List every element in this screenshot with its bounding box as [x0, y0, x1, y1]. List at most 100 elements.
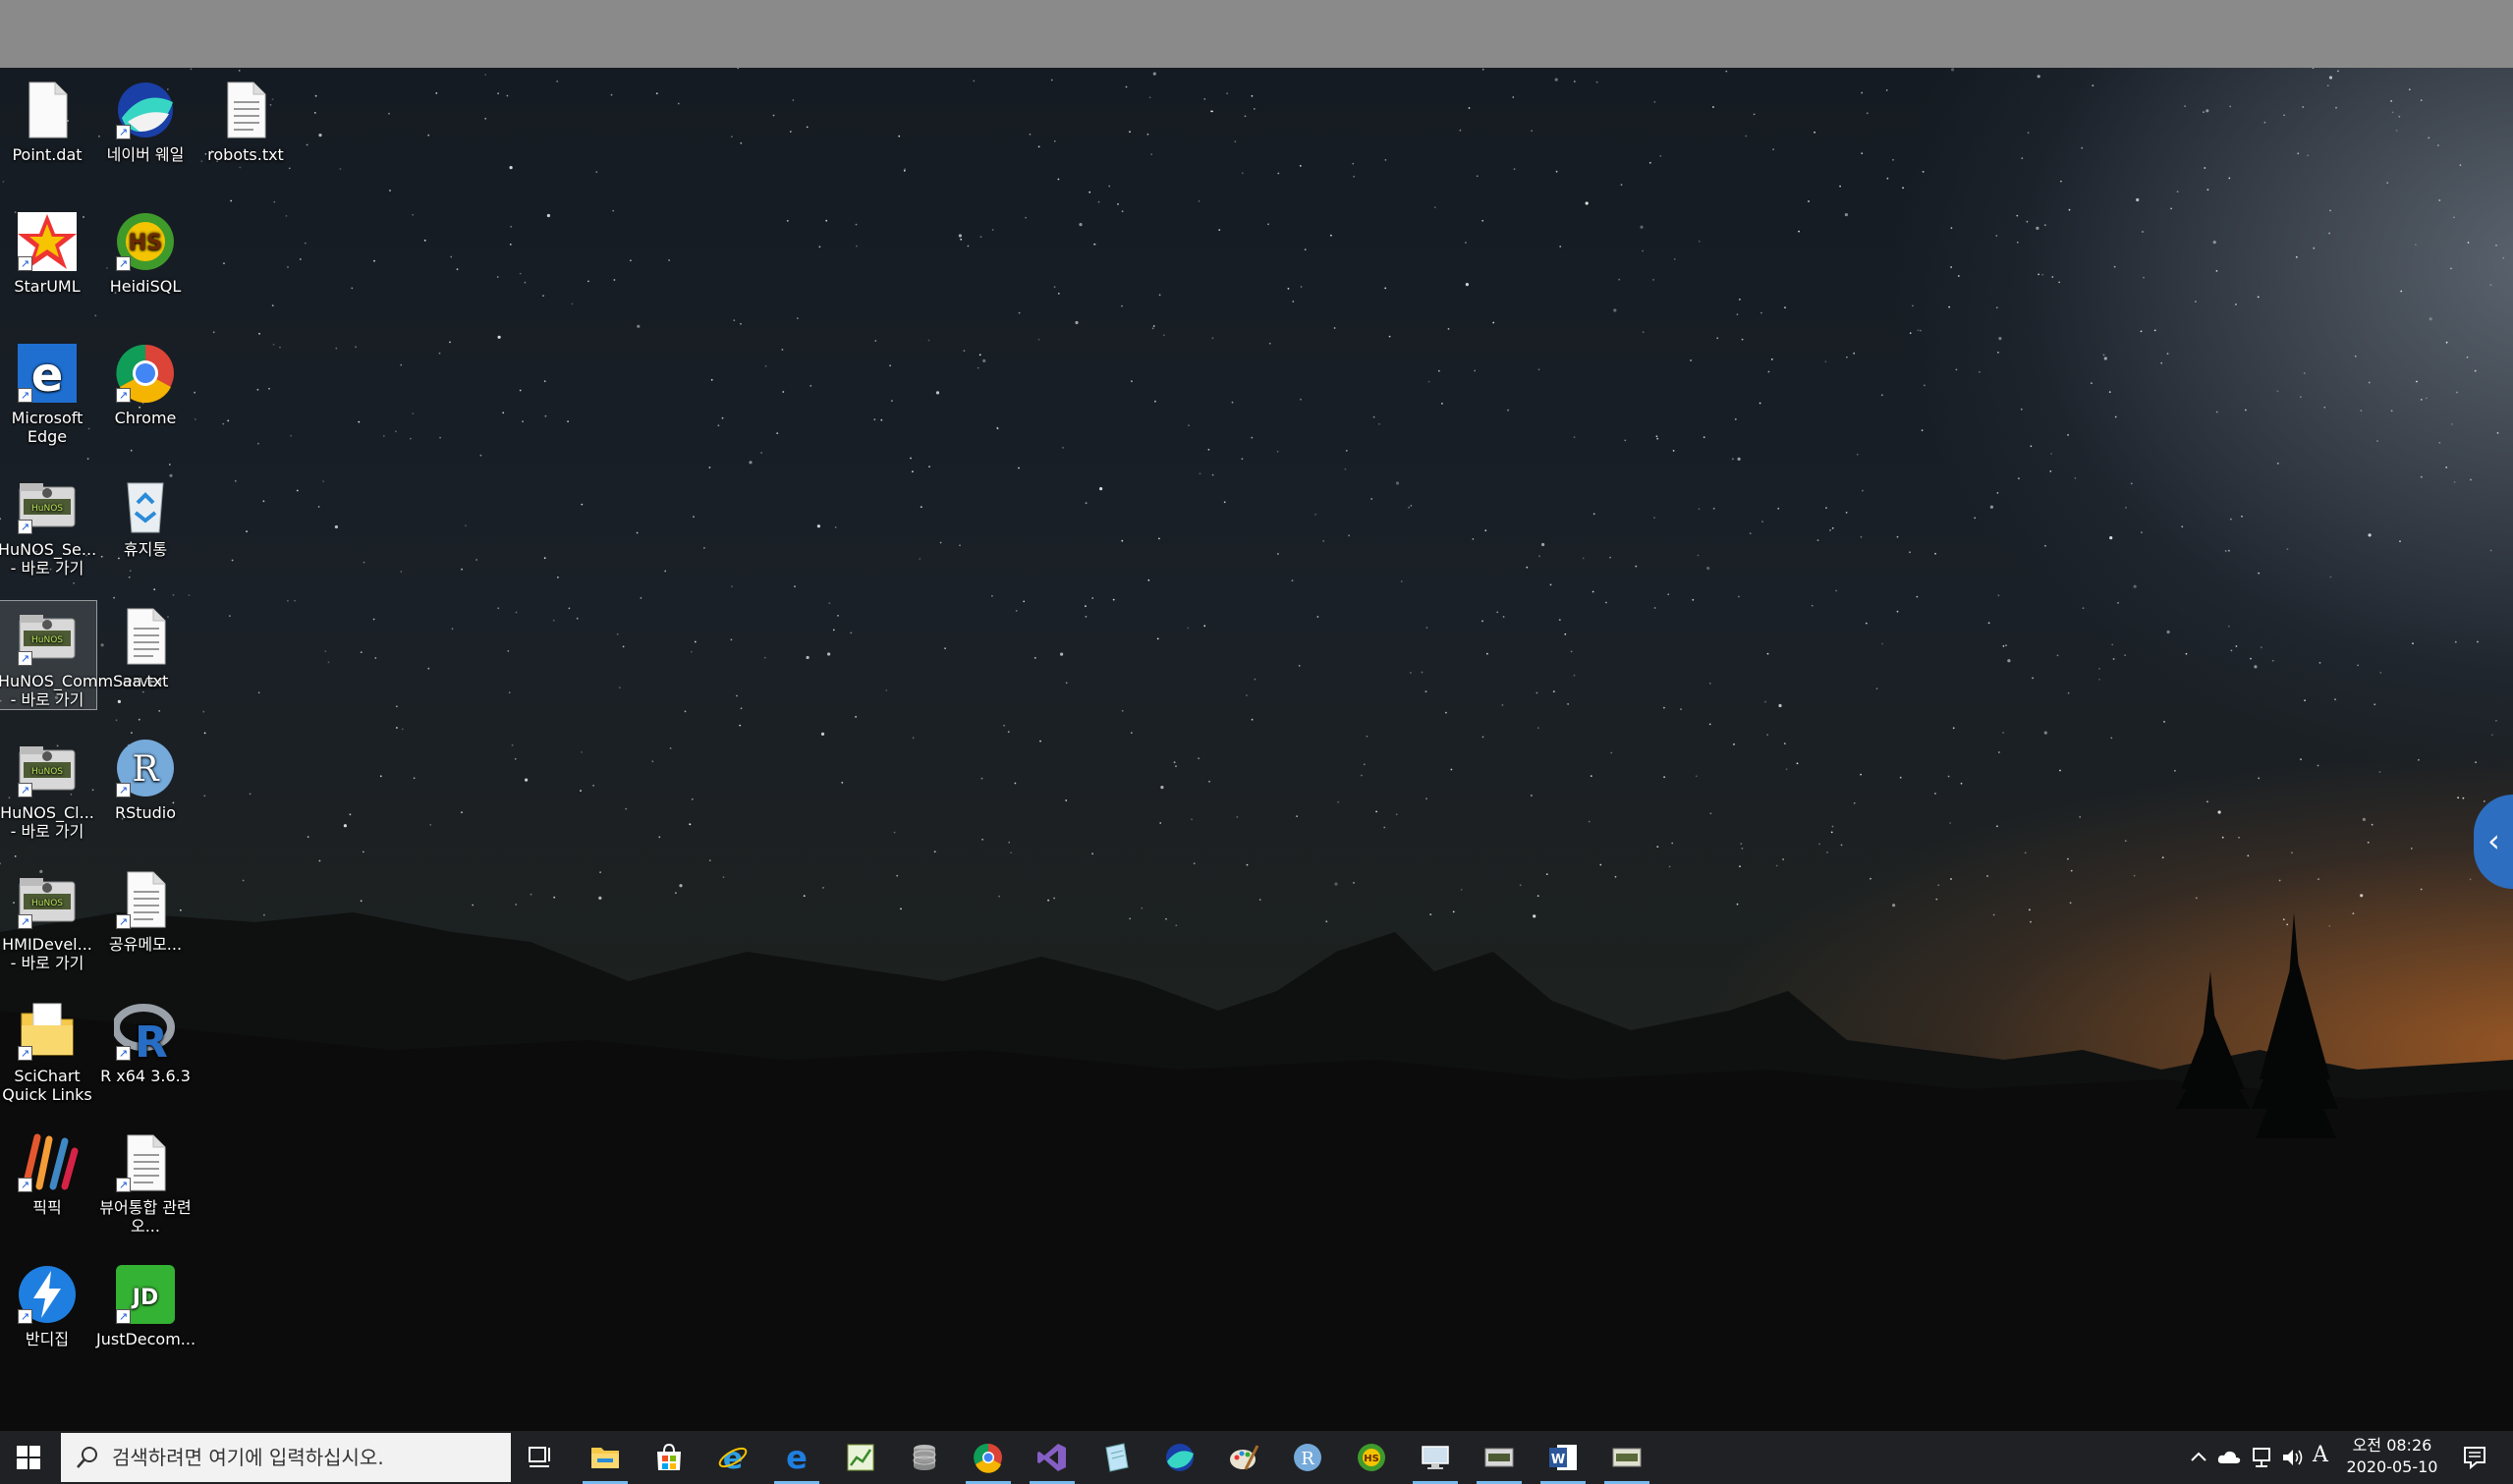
taskbar-app-remote-desktop[interactable] — [1405, 1431, 1466, 1484]
shortcut-arrow-icon: ↗ — [18, 256, 32, 271]
taskbar-app-chrome[interactable] — [958, 1431, 1019, 1484]
desktop-icon-label: 뷰어통합 관련 오... — [99, 1198, 192, 1236]
desktop-icon-label: 픽픽 — [32, 1198, 62, 1217]
taskbar-app-paint[interactable] — [1213, 1431, 1274, 1484]
shortcut-arrow-icon: ↗ — [18, 914, 32, 929]
svg-text:e: e — [786, 1442, 808, 1473]
onedrive-icon[interactable] — [2216, 1448, 2242, 1467]
svg-text:HuNOS: HuNOS — [31, 899, 63, 908]
shortcut-arrow-icon: ↗ — [116, 1309, 131, 1324]
folder-icon: ↗ — [16, 1000, 79, 1063]
desktop-icon[interactable]: HS ↗ HeidiSQL — [96, 206, 195, 296]
svg-text:HuNOS: HuNOS — [31, 767, 63, 777]
desktop-icon[interactable]: 휴지통 — [96, 469, 195, 559]
desktop-icon[interactable]: ↗ StarUML — [0, 206, 96, 296]
network-icon[interactable] — [2250, 1447, 2273, 1468]
taskbar-app-hunos-window-2[interactable] — [1596, 1431, 1657, 1484]
desktop-icon-label: HuNOS_CommServer - 바로 가기 — [0, 672, 165, 709]
shortcut-arrow-icon: ↗ — [116, 256, 131, 271]
desktop-icon[interactable]: ↗ 뷰어통합 관련 오... — [96, 1127, 195, 1236]
taskbar-app-notepad[interactable] — [1086, 1431, 1146, 1484]
desktop-icon[interactable]: R ↗ R x64 3.6.3 — [96, 996, 195, 1085]
hunos-folder-icon: HuNOS ↗ — [16, 868, 79, 931]
notification-icon — [2464, 1447, 2485, 1469]
taskbar-app-edge[interactable]: e — [766, 1431, 827, 1484]
taskbar-app-task-view[interactable] — [511, 1431, 572, 1484]
chrome-icon: ↗ — [114, 342, 177, 405]
desktop-icon[interactable]: HuNOS ↗ HuNOS_CommServer - 바로 가기 — [0, 600, 165, 710]
taskbar-app-chart-app[interactable] — [830, 1431, 891, 1484]
chevron-up-icon[interactable] — [2189, 1448, 2208, 1467]
system-tray: A — [2181, 1431, 2338, 1484]
desktop-icon-label: HMIDevel... - 바로 가기 — [2, 935, 92, 972]
desktop-icon[interactable]: HuNOS ↗ HuNOS_Se... - 바로 가기 — [0, 469, 96, 577]
svg-text:HuNOS: HuNOS — [31, 635, 63, 645]
file-icon — [16, 79, 79, 141]
desktop[interactable]: Point.dat ↗ 네이버 웨일 robots.txt ↗ StarUML HS ↗ Hei… — [0, 68, 2513, 1431]
start-button[interactable] — [0, 1431, 57, 1484]
desktop-icon[interactable]: ↗ SciChart Quick Links — [0, 996, 96, 1104]
edge-icon: e ↗ — [16, 342, 79, 405]
clock[interactable]: 오전 08:26 2020-05-10 — [2338, 1435, 2446, 1478]
shortcut-arrow-icon: ↗ — [116, 388, 131, 403]
bandizip-icon: ↗ — [16, 1263, 79, 1326]
desktop-icon-label: Point.dat — [12, 145, 83, 164]
r-icon: R ↗ — [114, 1000, 177, 1063]
desktop-icon[interactable]: HuNOS ↗ HMIDevel... - 바로 가기 — [0, 864, 96, 972]
desktop-icon-label: 휴지통 — [123, 540, 168, 559]
desktop-icon-label: HeidiSQL — [109, 277, 182, 296]
desktop-icon[interactable]: ↗ 픽픽 — [0, 1127, 96, 1217]
desktop-icon[interactable]: R ↗ RStudio — [96, 733, 195, 822]
taskbar-app-microsoft-store[interactable] — [639, 1431, 699, 1484]
taskbar-app-word[interactable]: W — [1533, 1431, 1593, 1484]
desktop-icon-label: Microsoft Edge — [11, 409, 84, 446]
taskbar-app-visual-studio[interactable] — [1022, 1431, 1083, 1484]
input-method-indicator[interactable]: A — [2313, 1443, 2328, 1467]
taskbar-search-box[interactable]: 검색하려면 여기에 입력하십시오. — [61, 1433, 511, 1482]
search-placeholder: 검색하려면 여기에 입력하십시오. — [112, 1446, 384, 1469]
chevron-left-icon: ‹ — [2487, 822, 2500, 859]
volume-icon[interactable] — [2281, 1447, 2305, 1468]
taskbar-app-hunos-window[interactable] — [1469, 1431, 1530, 1484]
desktop-icon[interactable]: HuNOS ↗ HuNOS_Cl... - 바로 가기 — [0, 733, 96, 841]
desktop-icon[interactable]: e ↗ Microsoft Edge — [0, 338, 96, 446]
shortcut-arrow-icon: ↗ — [116, 914, 131, 929]
taskbar-app-internet-explorer[interactable]: e — [702, 1431, 763, 1484]
taskbar-app-rstudio[interactable]: R — [1277, 1431, 1338, 1484]
taskbar: 검색하려면 여기에 입력하십시오. e e R HS W A 오전 08:26 2020… — [0, 1431, 2513, 1484]
hunos-folder-icon: HuNOS ↗ — [16, 737, 79, 799]
taskbar-app-file-explorer[interactable] — [575, 1431, 636, 1484]
desktop-icon[interactable]: aa.txt — [96, 601, 195, 690]
desktop-icon[interactable]: Point.dat — [0, 75, 96, 164]
desktop-icon-label: SciChart Quick Links — [2, 1067, 92, 1104]
naver-whale-icon: ↗ — [114, 79, 177, 141]
desktop-icon-label: 네이버 웨일 — [106, 145, 185, 164]
shortcut-arrow-icon: ↗ — [18, 1178, 32, 1192]
justdecompile-icon: JD ↗ — [114, 1263, 177, 1326]
desktop-icon-label: 반디집 — [25, 1330, 70, 1348]
taskbar-app-database[interactable] — [894, 1431, 955, 1484]
desktop-icon[interactable]: robots.txt — [196, 75, 295, 164]
svg-text:R: R — [132, 749, 159, 790]
desktop-icon[interactable]: ↗ 반디집 — [0, 1259, 96, 1348]
desktop-icon[interactable]: ↗ 네이버 웨일 — [96, 75, 195, 164]
desktop-icon-label: 공유메모... — [108, 935, 183, 954]
desktop-icon[interactable]: ↗ 공유메모... — [96, 864, 195, 954]
desktop-icon-label: JustDecom... — [96, 1330, 196, 1348]
taskbar-app-naver-whale[interactable] — [1149, 1431, 1210, 1484]
shortcut-arrow-icon: ↗ — [116, 1046, 131, 1061]
shortcut-arrow-icon: ↗ — [18, 388, 32, 403]
heidisql-icon: HS ↗ — [114, 210, 177, 273]
desktop-icon-label: HuNOS_Se... - 바로 가기 — [0, 540, 97, 577]
shortcut-arrow-icon: ↗ — [18, 651, 32, 666]
desktop-icon[interactable]: JD ↗ JustDecom... — [96, 1259, 195, 1348]
clock-date: 2020-05-10 — [2346, 1457, 2438, 1476]
desktop-icon[interactable]: ↗ Chrome — [96, 338, 195, 427]
shortcut-arrow-icon: ↗ — [116, 783, 131, 797]
shortcut-arrow-icon: ↗ — [116, 1178, 131, 1192]
taskbar-app-heidisql[interactable]: HS — [1341, 1431, 1402, 1484]
action-center-button[interactable] — [2450, 1431, 2499, 1484]
clock-time: 오전 08:26 — [2352, 1436, 2432, 1455]
shortcut-arrow-icon: ↗ — [116, 125, 131, 139]
svg-text:JD: JD — [131, 1286, 158, 1310]
